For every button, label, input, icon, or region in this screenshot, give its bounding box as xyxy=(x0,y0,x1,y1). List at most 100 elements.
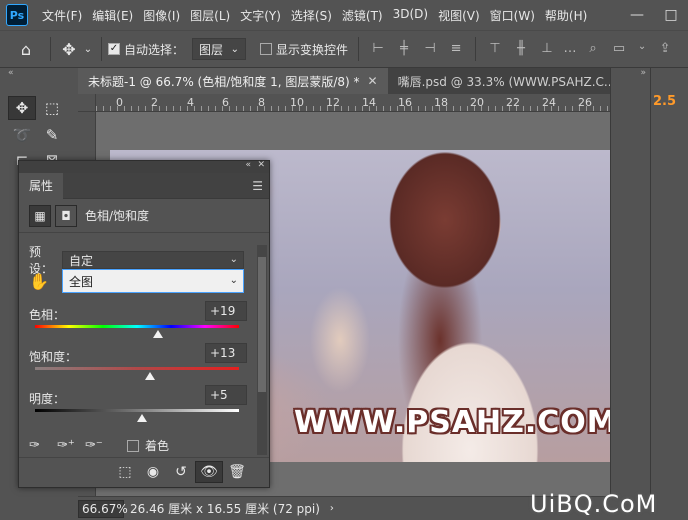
align-right-icon[interactable]: ⊣ xyxy=(422,41,438,57)
align-bottom-icon[interactable]: ⊥ xyxy=(539,41,555,57)
site-logo: UiBQ.CoM xyxy=(530,490,658,518)
divider xyxy=(50,37,51,61)
distribute-icon[interactable]: ≡ xyxy=(448,41,464,57)
show-transform-checkbox[interactable] xyxy=(260,43,273,55)
menu-3d[interactable]: 3D(D) xyxy=(393,7,428,24)
preset-dropdown[interactable]: 自定 ⌄ xyxy=(62,251,244,269)
hue-value-input[interactable]: +19 xyxy=(205,301,247,321)
lightness-slider-thumb[interactable] xyxy=(137,414,148,422)
move-tool-icon[interactable]: ✥ xyxy=(57,40,81,59)
adjustment-name: 色相/饱和度 xyxy=(85,209,150,223)
align-top-icon[interactable]: ⊤ xyxy=(487,41,503,57)
colorize-checkbox[interactable] xyxy=(127,439,139,452)
align-middle-icon[interactable]: ╫ xyxy=(513,41,529,57)
menu-help[interactable]: 帮助(H) xyxy=(545,7,587,24)
collapse-icon[interactable]: « xyxy=(245,160,251,170)
chevron-down-icon[interactable]: ⌄ xyxy=(81,44,95,55)
tools-panel: « ✥ ⬚ ➰ ✎ ⊏ ⊠ xyxy=(0,68,59,169)
saturation-slider-track[interactable] xyxy=(35,367,239,370)
panel-titlebar[interactable]: « ✕ xyxy=(19,160,269,173)
ruler-label: 20 xyxy=(470,96,484,109)
lightness-value-input[interactable]: +5 xyxy=(205,385,247,405)
divider xyxy=(358,37,360,61)
menu-file[interactable]: 文件(F) xyxy=(42,7,82,24)
move-tool[interactable]: ✥ xyxy=(8,96,36,120)
close-icon[interactable]: ✕ xyxy=(257,160,265,170)
menu-edit[interactable]: 编辑(E) xyxy=(92,7,133,24)
align-center-icon[interactable]: ╪ xyxy=(396,41,412,57)
hand-icon[interactable]: ✋ xyxy=(29,272,63,291)
marquee-tool[interactable]: ⬚ xyxy=(42,96,62,120)
layer-mask-icon[interactable]: ◘ xyxy=(55,204,77,227)
ruler-label: 24 xyxy=(542,96,556,109)
zoom-input[interactable]: 66.67% xyxy=(78,499,128,518)
panel-menu-icon[interactable]: ☰ xyxy=(252,179,263,193)
ruler-label: 16 xyxy=(398,96,412,109)
search-icon[interactable]: ⌕ xyxy=(585,41,601,57)
window-controls: — □ xyxy=(620,0,688,30)
document-tabs: 未标题-1 @ 66.7% (色相/饱和度 1, 图层蒙版/8) * ✕ 嘴唇.… xyxy=(78,68,644,94)
hue-slider-track[interactable] xyxy=(35,325,239,328)
saturation-slider-thumb[interactable] xyxy=(145,372,156,380)
close-icon[interactable]: ✕ xyxy=(368,74,378,88)
show-transform-label: 显示变换控件 xyxy=(276,42,349,57)
lasso-tool[interactable]: ➰ xyxy=(8,123,36,147)
reset-icon[interactable]: ↺ xyxy=(167,464,195,480)
panel-value: 2.5 xyxy=(653,94,677,109)
eyedropper-icon[interactable]: ✑ xyxy=(29,438,57,453)
tab-properties[interactable]: 属性 xyxy=(19,172,64,199)
more-options-icon[interactable]: … xyxy=(562,41,578,57)
hue-label: 色相： xyxy=(29,308,66,322)
lightness-slider-track[interactable] xyxy=(35,409,239,412)
collapse-icon[interactable]: « xyxy=(8,68,14,78)
chevron-right-icon[interactable]: › xyxy=(330,503,334,514)
align-left-icon[interactable]: ⊢ xyxy=(370,41,386,57)
magic-wand-tool[interactable]: ✎ xyxy=(42,123,62,147)
tab-label: 嘴唇.psd @ 33.3% (WWW.PSAHZ.C... xyxy=(397,74,616,89)
workspace-icon[interactable]: ▭ xyxy=(611,41,627,57)
layer-group-select[interactable]: 图层 ⌄ xyxy=(192,38,247,60)
visibility-icon[interactable]: 👁 xyxy=(195,460,223,483)
trash-icon[interactable]: 🗑 xyxy=(223,464,251,480)
ruler-label: 12 xyxy=(326,96,340,109)
document-info[interactable]: 26.46 厘米 x 16.55 厘米 (72 ppi) xyxy=(130,500,320,517)
tab-lips-psd[interactable]: 嘴唇.psd @ 33.3% (WWW.PSAHZ.C... ✕ xyxy=(387,68,644,94)
auto-select-checkbox[interactable]: ✓ xyxy=(108,43,120,55)
eyedropper-subtract-icon[interactable]: ✑⁻ xyxy=(85,438,121,453)
menu-window[interactable]: 窗口(W) xyxy=(490,7,535,24)
info-panel: 2.5 xyxy=(650,68,688,496)
ruler-label: 0 xyxy=(116,96,123,109)
tab-untitled-1[interactable]: 未标题-1 @ 66.7% (色相/饱和度 1, 图层蒙版/8) * ✕ xyxy=(78,68,388,94)
hue-slider-thumb[interactable] xyxy=(153,330,164,338)
menu-view[interactable]: 视图(V) xyxy=(438,7,480,24)
watermark-text: WWW.PSAHZ.COM xyxy=(294,405,610,440)
horizontal-ruler[interactable]: 0 2 4 6 8 10 12 14 16 18 20 22 24 26 xyxy=(96,94,610,112)
ruler-corner xyxy=(78,94,96,112)
clip-to-layer-icon[interactable]: ⬚ xyxy=(111,464,139,480)
panel-scrollbar[interactable] xyxy=(257,245,267,455)
restore-icon[interactable]: □ xyxy=(654,7,688,23)
menu-image[interactable]: 图像(I) xyxy=(143,7,180,24)
view-previous-icon[interactable]: ◉ xyxy=(139,464,167,480)
saturation-value-input[interactable]: +13 xyxy=(205,343,247,363)
menu-type[interactable]: 文字(Y) xyxy=(240,7,281,24)
chevron-down-icon: ⌄ xyxy=(230,43,240,55)
share-icon[interactable]: ⇪ xyxy=(657,41,673,57)
home-icon[interactable]: ⌂ xyxy=(8,40,44,59)
ruler-ticks xyxy=(96,106,610,111)
menu-select[interactable]: 选择(S) xyxy=(291,7,332,24)
adjustment-header: ▦ ◘ 色相/饱和度 xyxy=(19,199,269,233)
collapse-icon[interactable]: » xyxy=(640,68,646,78)
chevron-down-icon[interactable]: ⌄ xyxy=(637,41,647,57)
ruler-label: 22 xyxy=(506,96,520,109)
channel-dropdown[interactable]: 全图 ⌄ xyxy=(62,269,244,293)
divider xyxy=(101,37,102,61)
menu-filter[interactable]: 滤镜(T) xyxy=(342,7,383,24)
hue-saturation-icon[interactable]: ▦ xyxy=(29,204,51,227)
minimize-icon[interactable]: — xyxy=(620,7,654,23)
ruler-label: 2 xyxy=(151,96,158,109)
menu-layer[interactable]: 图层(L) xyxy=(190,7,230,24)
eyedropper-add-icon[interactable]: ✑⁺ xyxy=(57,438,85,453)
options-bar: ⌂ ✥ ⌄ ✓ 自动选择： 图层 ⌄ 显示变换控件 ⊢ ╪ ⊣ ≡ ⊤ ╫ ⊥ … xyxy=(0,30,688,68)
scrollbar-thumb[interactable] xyxy=(258,257,266,392)
